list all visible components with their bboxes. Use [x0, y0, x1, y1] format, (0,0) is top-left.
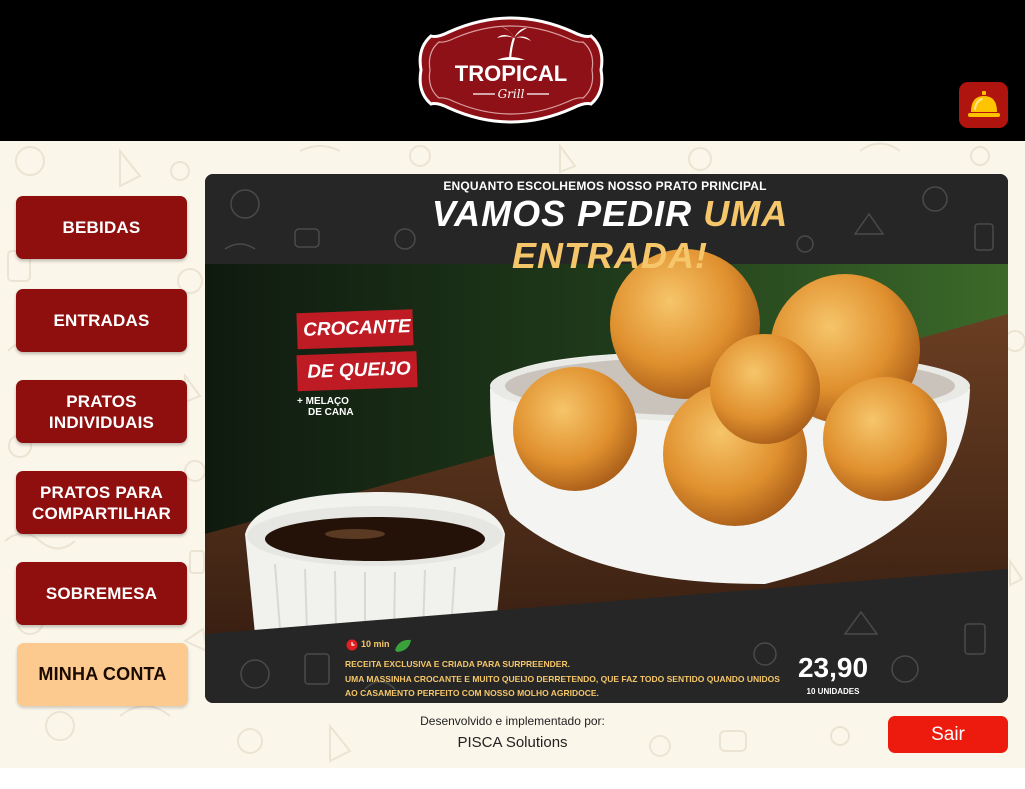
dish-price: 23,90	[797, 652, 869, 683]
dish-name-line1: CROCANTE	[302, 316, 412, 341]
menu-sobremesa[interactable]: SOBREMESA	[16, 562, 187, 625]
dish-name-line2: DE QUEIJO	[306, 358, 412, 383]
main-content: BEBIDAS ENTRADAS PRATOS INDIVIDUAIS PRAT…	[0, 141, 1025, 768]
logo-subtitle: Grill	[498, 87, 525, 101]
dish-side-line2: DE CANA	[308, 407, 354, 418]
exit-button[interactable]: Sair	[888, 716, 1008, 753]
logo-title: TROPICAL	[455, 61, 567, 86]
menu-pratos-individuais[interactable]: PRATOS INDIVIDUAIS	[16, 380, 187, 443]
dish-side-line1: + MELAÇO	[297, 396, 349, 407]
banner-kicker: ENQUANTO ESCOLHEMOS NOSSO PRATO PRINCIPA…	[443, 179, 767, 193]
tropical-grill-logo: TROPICAL Grill	[418, 16, 604, 124]
description-line2: UMA MASSINHA CROCANTE E MUITO QUEIJO DER…	[345, 674, 780, 684]
prep-time: 10 min	[361, 639, 390, 649]
description-line3: AO CASAMENTO PERFEITO COM NOSSO MOLHO AG…	[345, 688, 599, 698]
minha-conta-button[interactable]: MINHA CONTA	[17, 643, 188, 706]
promo-banner[interactable]: ENQUANTO ESCOLHEMOS NOSSO PRATO PRINCIPA…	[205, 174, 1008, 703]
menu-entradas[interactable]: ENTRADAS	[16, 289, 187, 352]
top-bar: TROPICAL Grill	[0, 0, 1025, 141]
developed-by-label: Desenvolvido e implementado por:	[420, 714, 605, 728]
call-waiter-button[interactable]	[959, 82, 1008, 128]
developer-company: PISCA Solutions	[457, 734, 568, 751]
dish-quantity: 10 UNIDADES	[806, 687, 860, 696]
service-bell-icon	[967, 91, 1000, 117]
banner-headline-part1: VAMOS PEDIR	[431, 193, 693, 234]
banner-headline: VAMOS PEDIR UMA ENTRADA!	[375, 193, 845, 277]
menu-pratos-para-compartilhar[interactable]: PRATOS PARA COMPARTILHAR	[16, 471, 187, 534]
description-line1: RECEITA EXCLUSIVA E CRIADA PARA SURPREEN…	[345, 659, 570, 669]
menu-bebidas[interactable]: BEBIDAS	[16, 196, 187, 259]
